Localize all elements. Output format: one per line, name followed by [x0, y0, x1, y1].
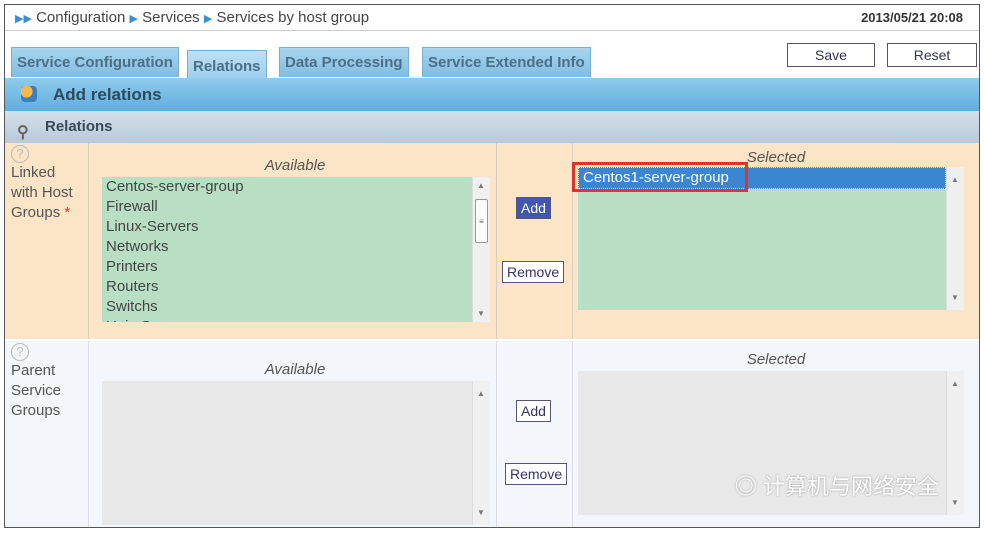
add-relations-header: Add relations: [5, 78, 979, 111]
breadcrumb-item[interactable]: Services by host group: [216, 9, 369, 26]
scrollbar[interactable]: ▲ ▼: [946, 371, 964, 515]
arrow-icon: ▶: [129, 13, 138, 25]
breadcrumb-item[interactable]: Services: [142, 9, 200, 26]
breadcrumb: ▶▶ Configuration ▶ Services ▶ Services b…: [5, 5, 979, 31]
available-column: Available ▲ ▼: [94, 341, 497, 527]
help-icon[interactable]: ?: [11, 145, 29, 163]
available-column: Available Centos-server-group Firewall Lin…: [94, 143, 497, 339]
relations-icon: [21, 86, 37, 102]
add-button[interactable]: Add: [516, 400, 551, 422]
watermark-logo: ◎ 计算机与网络安全: [734, 474, 939, 499]
add-button[interactable]: Add: [516, 197, 551, 219]
datetime: 2013/05/21 20:08: [861, 10, 963, 25]
help-icon[interactable]: ?: [11, 343, 29, 361]
list-item[interactable]: Routers: [102, 277, 472, 297]
page-frame: ▶▶ Configuration ▶ Services ▶ Services b…: [4, 4, 980, 528]
breadcrumb-item[interactable]: Configuration: [36, 9, 125, 26]
field-label: ? Linked with Host Groups *: [5, 143, 89, 339]
action-column: Add Remove: [497, 341, 573, 527]
list-item[interactable]: Printers: [102, 257, 472, 277]
action-column: Add Remove: [497, 143, 573, 339]
highlight-box: [572, 162, 748, 192]
arrow-icon: ▶: [203, 13, 213, 25]
scrollbar[interactable]: ▲ ≡ ▼: [472, 177, 490, 322]
selected-column: Selected Centos1-server-group ▲ ▼: [572, 143, 979, 339]
available-caption: Available: [264, 157, 326, 174]
available-service-groups-list[interactable]: [102, 381, 472, 525]
tab-service-extended-info[interactable]: Service Extended Info: [422, 47, 591, 77]
available-caption: Available: [264, 361, 326, 378]
reset-button[interactable]: Reset: [887, 43, 977, 67]
required-marker: *: [64, 204, 71, 221]
double-arrow-icon: ▶▶: [15, 13, 32, 25]
selected-caption: Selected: [746, 351, 806, 368]
list-item[interactable]: Unix-Servers: [102, 317, 472, 322]
tab-relations[interactable]: Relations: [187, 50, 267, 78]
list-item[interactable]: Networks: [102, 237, 472, 257]
save-button[interactable]: Save: [787, 43, 875, 67]
scrollbar[interactable]: ▲ ▼: [946, 167, 964, 310]
scrollbar[interactable]: ▲ ▼: [472, 381, 490, 525]
field-label: ? Parent Service Groups: [5, 341, 89, 527]
list-item[interactable]: Switchs: [102, 297, 472, 317]
remove-button[interactable]: Remove: [502, 261, 565, 283]
tab-service-configuration[interactable]: Service Configuration: [11, 47, 179, 77]
list-item[interactable]: Centos-server-group: [102, 177, 472, 197]
remove-button[interactable]: Remove: [505, 463, 568, 485]
available-host-groups-list[interactable]: Centos-server-group Firewall Linux-Servers…: [102, 177, 472, 322]
list-item[interactable]: Firewall: [102, 197, 472, 217]
list-item[interactable]: Linux-Servers: [102, 217, 472, 237]
tab-data-processing[interactable]: Data Processing: [279, 47, 409, 77]
linked-host-groups-row: ? Linked with Host Groups * Available Ce…: [5, 143, 979, 339]
page-title: Add relations: [53, 85, 162, 104]
relations-section-header: ⚲ Relations: [5, 111, 979, 143]
section-title: Relations: [45, 118, 113, 135]
